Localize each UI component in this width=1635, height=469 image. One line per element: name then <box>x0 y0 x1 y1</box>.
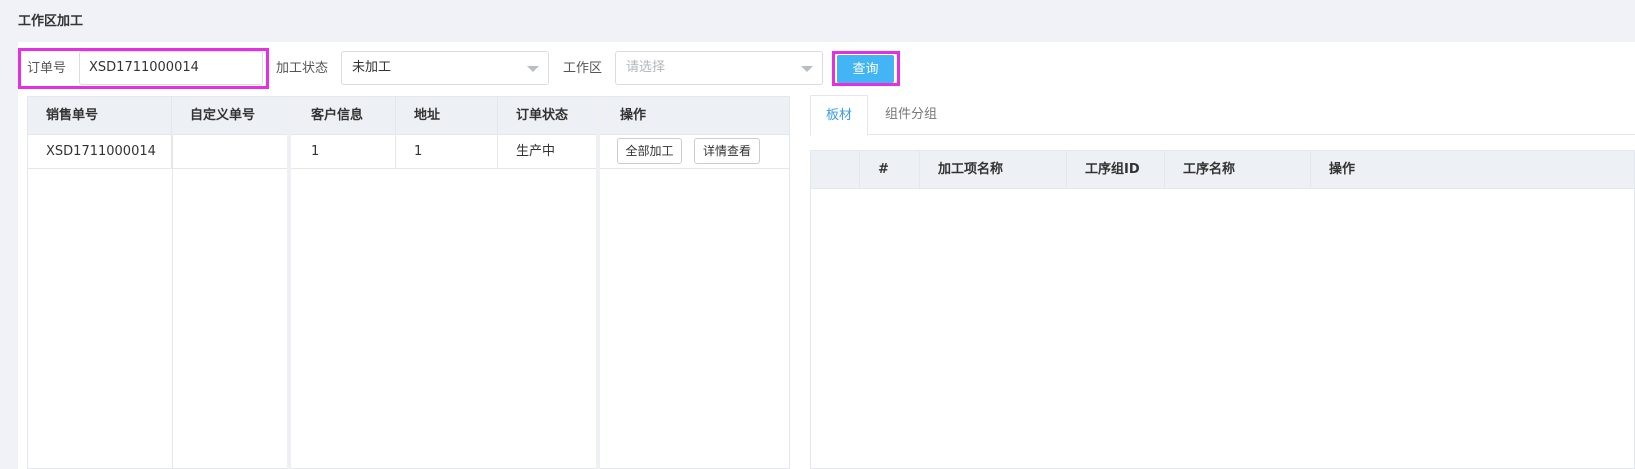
workarea-select[interactable]: 请选择 <box>615 51 823 85</box>
col-header-detail-actions: 操作 <box>1329 162 1356 177</box>
col-header-index: # <box>860 151 920 189</box>
chevron-down-icon <box>527 66 539 72</box>
orders-table-header: 销售单号 自定义单号 客户信息 地址 订单状态 操作 <box>28 97 789 135</box>
workarea-label: 工作区 <box>563 61 603 76</box>
tab-component-group[interactable]: 组件分组 <box>885 95 937 135</box>
query-button[interactable]: 查询 <box>837 55 894 83</box>
process-status-label: 加工状态 <box>276 61 329 76</box>
fixed-column-divider-right <box>596 97 600 469</box>
col-header-process-group-id: 工序组ID <box>1067 151 1165 189</box>
col-header-customer: 客户信息 <box>293 97 396 135</box>
fixed-column-divider-left <box>287 97 291 469</box>
process-status-select[interactable]: 未加工 <box>341 51 549 85</box>
workarea-placeholder: 请选择 <box>626 60 666 75</box>
col-header-custom-no: 自定义单号 <box>172 97 288 135</box>
col-header-order-status: 订单状态 <box>498 97 598 135</box>
cell-custom-no <box>172 135 288 168</box>
cell-sales-no: XSD1711000014 <box>28 135 172 168</box>
process-status-value: 未加工 <box>352 60 392 75</box>
col-header-sales-no: 销售单号 <box>28 97 172 135</box>
col-header-checkbox <box>811 151 860 189</box>
detail-tabs: 板材 组件分组 <box>810 95 1635 136</box>
cell-customer: 1 <box>293 135 396 168</box>
process-all-button[interactable]: 全部加工 <box>617 138 682 164</box>
cell-address: 1 <box>396 135 498 168</box>
col-header-actions: 操作 <box>620 108 647 123</box>
col-header-item-name: 加工项名称 <box>920 151 1067 189</box>
tab-board[interactable]: 板材 <box>810 95 869 136</box>
col-header-process-name: 工序名称 <box>1165 151 1311 189</box>
col-header-address: 地址 <box>396 97 498 135</box>
detail-table-header: # 加工项名称 工序组ID 工序名称 操作 <box>811 151 1634 189</box>
column-divider <box>172 135 173 468</box>
detail-table: # 加工项名称 工序组ID 工序名称 操作 <box>810 150 1635 469</box>
order-no-label: 订单号 <box>27 61 67 76</box>
view-detail-button[interactable]: 详情查看 <box>694 138 760 164</box>
order-no-input[interactable]: XSD1711000014 <box>79 51 263 85</box>
cell-order-status: 生产中 <box>498 135 598 168</box>
chevron-down-icon <box>801 66 813 72</box>
page-title: 工作区加工 <box>18 14 84 29</box>
